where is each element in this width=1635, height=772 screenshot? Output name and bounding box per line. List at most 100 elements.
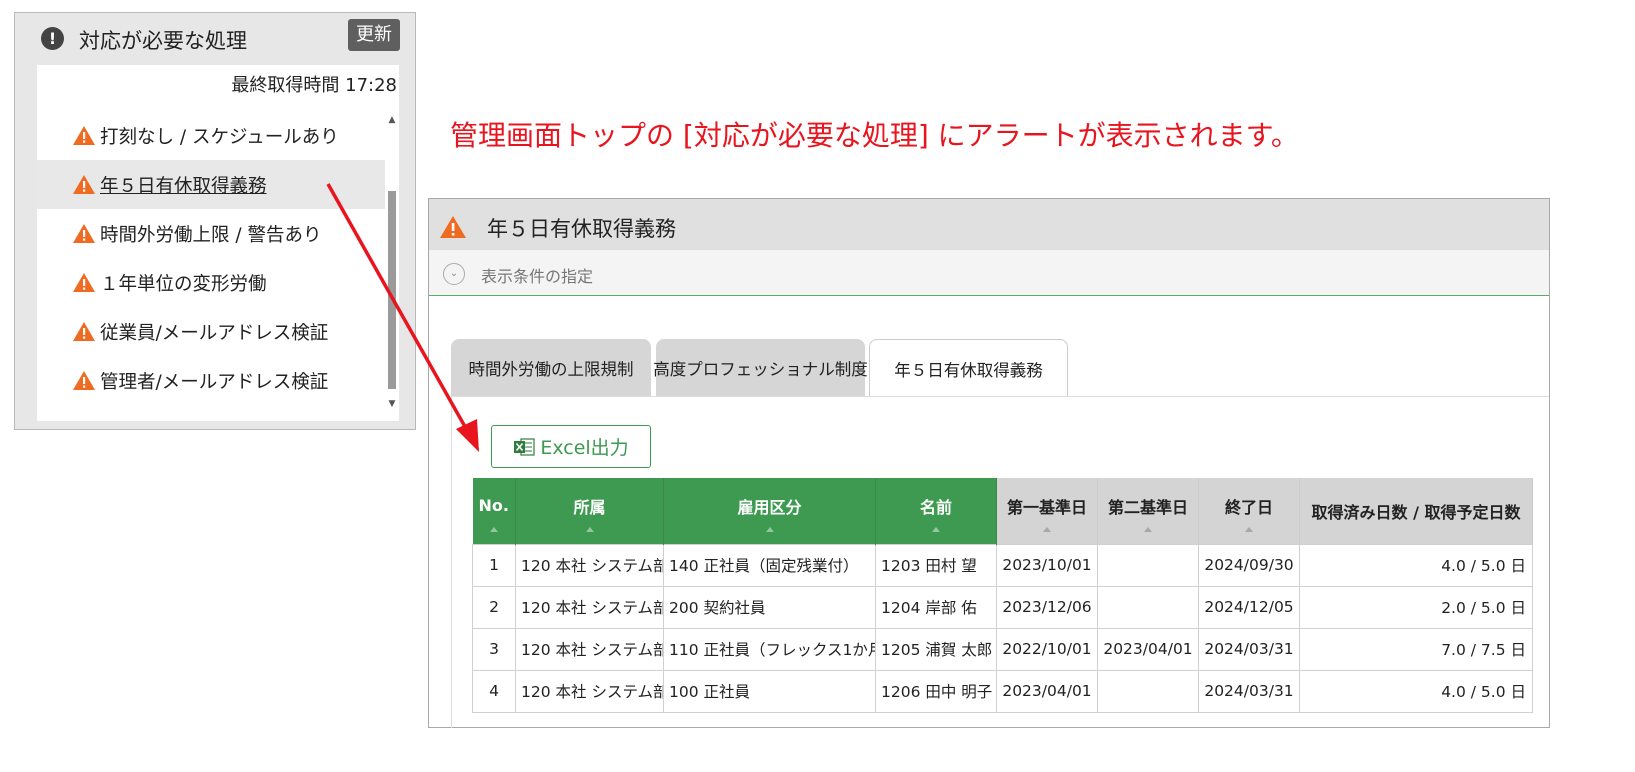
column-header-first-base-date[interactable]: 第一基準日 xyxy=(996,478,1098,544)
column-header-second-base-date[interactable]: 第二基準日 xyxy=(1097,478,1199,544)
annotation-caption: 管理画面トップの [対応が必要な処理] にアラートが表示されます。 xyxy=(450,119,1299,152)
cell-end-date: 2024/03/31 xyxy=(1198,669,1300,713)
warning-triangle-icon xyxy=(73,224,95,243)
excel-export-label: Excel出力 xyxy=(540,437,629,459)
table-header-row: No. 所属 雇用区分 名前 第一基準日 第二基準日 終了日 取得済み日数 / … xyxy=(472,478,1533,544)
column-header-department[interactable]: 所属 xyxy=(515,478,664,544)
filter-toggle-bar[interactable]: ⌄ 表示条件の指定 xyxy=(429,250,1549,296)
cell-employment-type: 110 正社員（フレックス1か月） xyxy=(663,627,876,671)
content-border xyxy=(451,396,452,728)
column-header-employment-type[interactable]: 雇用区分 xyxy=(663,478,876,544)
refresh-button[interactable]: 更新 xyxy=(348,19,400,51)
alert-list-scrollbar[interactable]: ▲ ▼ xyxy=(385,111,399,411)
warning-triangle-icon xyxy=(73,273,95,292)
alert-widget-header: ! 対応が必要な処理 更新 xyxy=(15,13,415,65)
sort-icon[interactable] xyxy=(932,526,940,532)
cell-department: 120 本社 システム部 xyxy=(515,627,664,671)
cell-days: 7.0 / 7.5 日 xyxy=(1299,627,1533,671)
alert-widget-body: 最終取得時間 17:28 打刻なし / スケジュールあり 年５日有休取得義務 時… xyxy=(37,65,399,421)
column-header-end-date[interactable]: 終了日 xyxy=(1198,478,1300,544)
scroll-down-icon[interactable]: ▼ xyxy=(388,399,396,409)
filter-toggle-label[interactable]: 表示条件の指定 xyxy=(481,263,593,287)
cell-end-date: 2024/03/31 xyxy=(1198,627,1300,671)
cell-no: 1 xyxy=(472,543,516,587)
chevron-down-icon[interactable]: ⌄ xyxy=(443,263,465,285)
alert-item-selected[interactable]: 年５日有休取得義務 xyxy=(37,160,385,209)
sort-icon[interactable] xyxy=(489,526,498,532)
column-header-no[interactable]: No. xyxy=(472,478,516,544)
panel-header: 年５日有休取得義務 xyxy=(429,199,1549,250)
cell-employment-type: 200 契約社員 xyxy=(663,585,876,629)
alert-item-label: 年５日有休取得義務 xyxy=(100,175,267,197)
column-header-label: 第一基準日 xyxy=(1006,497,1087,517)
column-header-days[interactable]: 取得済み日数 / 取得予定日数 xyxy=(1299,478,1533,544)
column-header-label: 雇用区分 xyxy=(737,497,802,517)
cell-department: 120 本社 システム部 xyxy=(515,585,664,629)
table-row: 1 120 本社 システム部 140 正社員（固定残業付） 1203 田村 望 … xyxy=(472,543,1533,587)
cell-days: 4.0 / 5.0 日 xyxy=(1299,669,1533,713)
cell-employment-type: 140 正社員（固定残業付） xyxy=(663,543,876,587)
alert-item-label: 時間外労働上限 / 警告あり xyxy=(100,224,322,246)
alert-item-label: 打刻なし / スケジュールあり xyxy=(100,126,339,148)
alert-item[interactable]: 従業員/メールアドレス検証 xyxy=(37,307,385,356)
excel-export-button[interactable]: Excel出力 xyxy=(491,425,651,468)
alert-list: 打刻なし / スケジュールあり 年５日有休取得義務 時間外労働上限 / 警告あり… xyxy=(37,111,385,411)
cell-second-base-date: 2023/04/01 xyxy=(1097,627,1199,671)
fetch-time: 最終取得時間 17:28 xyxy=(231,75,397,96)
warning-triangle-icon xyxy=(73,371,95,390)
alert-item[interactable]: 時間外労働上限 / 警告あり xyxy=(37,209,385,258)
warning-triangle-icon xyxy=(73,322,95,341)
cell-employment-type: 100 正社員 xyxy=(663,669,876,713)
tab-high-professional[interactable]: 高度プロフェッショナル制度 xyxy=(653,339,868,397)
alert-widget-title: 対応が必要な処理 xyxy=(79,29,247,53)
column-header-label: No. xyxy=(478,496,509,516)
cell-no: 2 xyxy=(472,585,516,629)
cell-name: 1206 田中 明子 xyxy=(875,669,997,713)
cell-first-base-date: 2022/10/01 xyxy=(996,627,1098,671)
column-header-name[interactable]: 名前 xyxy=(875,478,997,544)
alert-item-label: 管理者/メールアドレス検証 xyxy=(100,371,329,393)
cell-end-date: 2024/09/30 xyxy=(1198,543,1300,587)
column-header-label: 名前 xyxy=(919,497,952,517)
alert-item[interactable]: １年単位の変形労働 xyxy=(37,258,385,307)
alert-item[interactable]: 管理者/メールアドレス検証 xyxy=(37,356,385,405)
cell-second-base-date xyxy=(1097,669,1199,713)
sort-icon[interactable] xyxy=(585,526,594,532)
alert-item-label: １年単位の変形労働 xyxy=(100,273,267,295)
scroll-up-icon[interactable]: ▲ xyxy=(388,115,396,125)
sort-icon[interactable] xyxy=(1144,526,1152,532)
exclamation-circle-icon: ! xyxy=(41,27,64,50)
alert-item-label: 従業員/メールアドレス検証 xyxy=(100,322,329,344)
tab-overtime-limit[interactable]: 時間外労働の上限規制 xyxy=(451,339,651,397)
tab-divider xyxy=(451,396,1549,397)
cell-name: 1203 田村 望 xyxy=(875,543,997,587)
alert-widget: ! 対応が必要な処理 更新 最終取得時間 17:28 打刻なし / スケジュール… xyxy=(14,12,416,430)
annual-leave-panel: 年５日有休取得義務 ⌄ 表示条件の指定 時間外労働の上限規制 高度プロフェッショ… xyxy=(428,198,1550,728)
column-header-label: 所属 xyxy=(573,497,606,517)
cell-no: 4 xyxy=(472,669,516,713)
sort-icon[interactable] xyxy=(1043,526,1051,532)
cell-name: 1204 岸部 佑 xyxy=(875,585,997,629)
scrollbar-thumb[interactable] xyxy=(388,191,396,389)
cell-department: 120 本社 システム部 xyxy=(515,543,664,587)
table-row: 2 120 本社 システム部 200 契約社員 1204 岸部 佑 2023/1… xyxy=(472,585,1533,629)
column-header-label: 第二基準日 xyxy=(1107,497,1188,517)
alert-item[interactable]: 打刻なし / スケジュールあり xyxy=(37,111,385,160)
cell-first-base-date: 2023/10/01 xyxy=(996,543,1098,587)
cell-no: 3 xyxy=(472,627,516,671)
sort-icon[interactable] xyxy=(1245,526,1253,532)
panel-title: 年５日有休取得義務 xyxy=(487,217,676,241)
column-header-label: 取得済み日数 / 取得予定日数 xyxy=(1311,502,1521,522)
cell-department: 120 本社 システム部 xyxy=(515,669,664,713)
column-header-label: 終了日 xyxy=(1224,497,1273,517)
table-row: 3 120 本社 システム部 110 正社員（フレックス1か月） 1205 浦賀… xyxy=(472,627,1533,671)
cell-first-base-date: 2023/12/06 xyxy=(996,585,1098,629)
cell-days: 4.0 / 5.0 日 xyxy=(1299,543,1533,587)
tab-annual-leave[interactable]: 年５日有休取得義務 xyxy=(869,339,1068,397)
cell-second-base-date xyxy=(1097,543,1199,587)
excel-icon xyxy=(514,437,535,456)
cell-days: 2.0 / 5.0 日 xyxy=(1299,585,1533,629)
warning-triangle-icon xyxy=(73,126,95,145)
sort-icon[interactable] xyxy=(765,526,774,532)
cell-name: 1205 浦賀 太郎 xyxy=(875,627,997,671)
